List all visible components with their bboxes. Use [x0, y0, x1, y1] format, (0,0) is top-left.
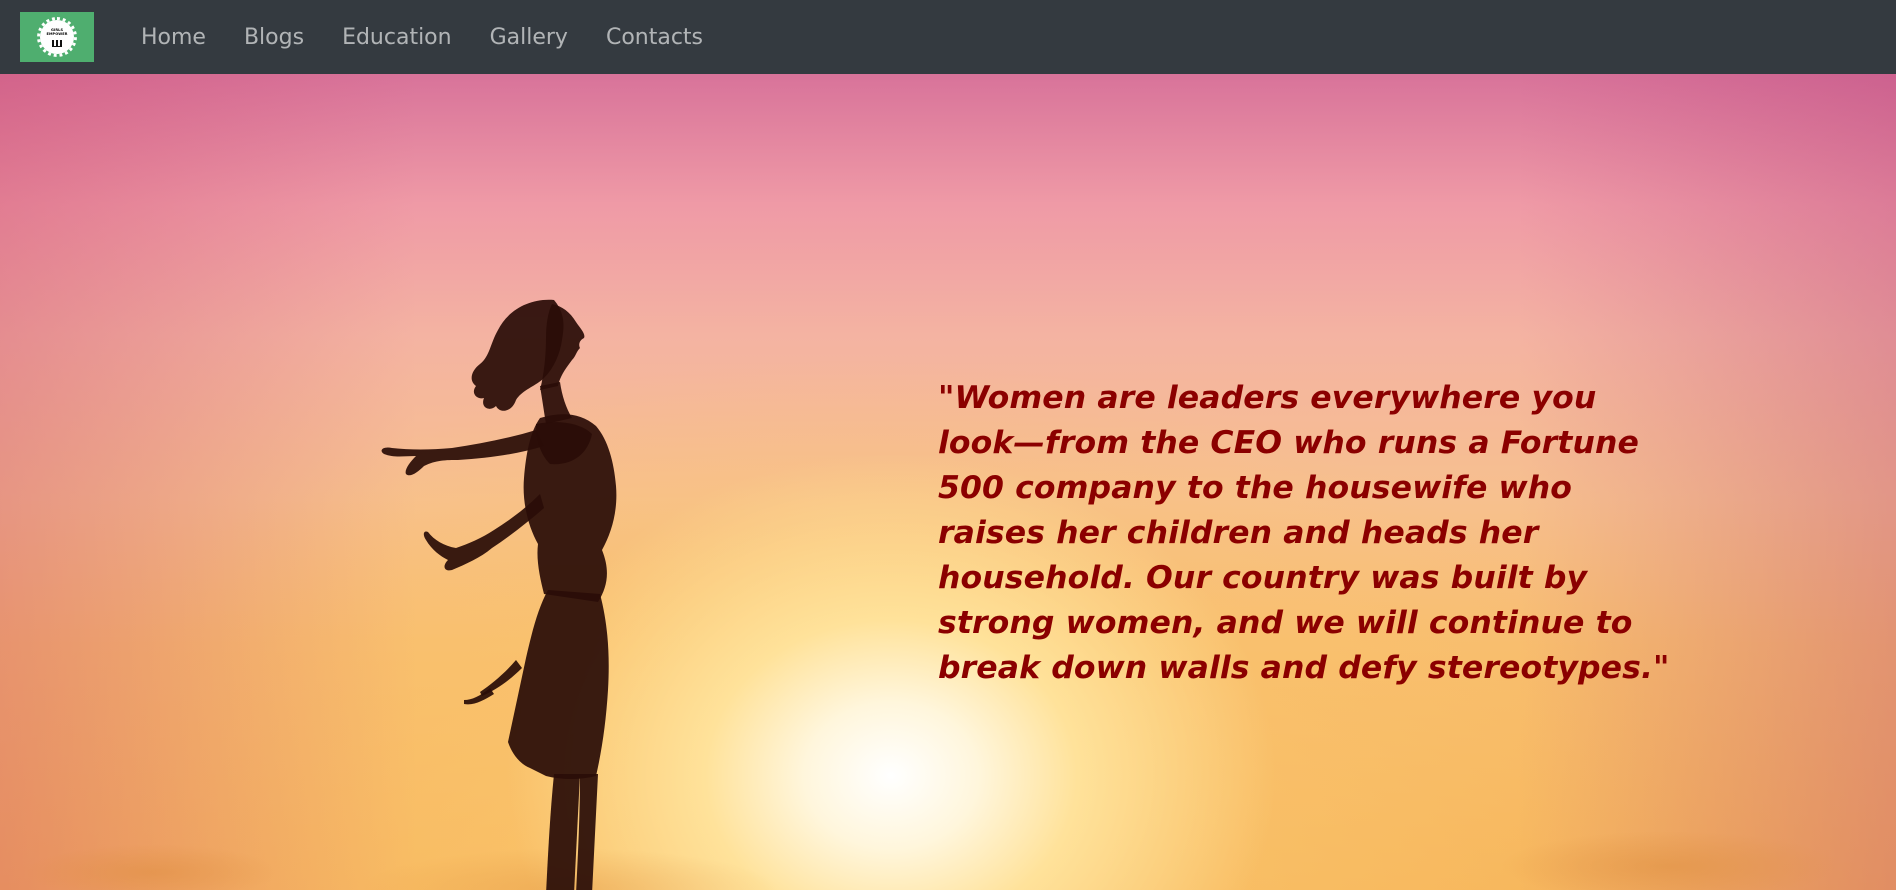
hero-banner: "Women are leaders everywhere you look—f…	[0, 74, 1896, 890]
nav-link-home[interactable]: Home	[122, 25, 225, 50]
cloud-band	[0, 770, 1896, 890]
logo-building-glyph	[52, 38, 62, 47]
brand-logo-link[interactable]: GIRLS EMPOWER	[20, 12, 94, 62]
hero-quote: "Women are leaders everywhere you look—f…	[938, 380, 1670, 686]
nav-link-blogs[interactable]: Blogs	[225, 25, 323, 50]
logo-text: GIRLS EMPOWER	[46, 27, 68, 36]
nav-links: Home Blogs Education Gallery Contacts	[122, 0, 722, 74]
nav-link-contacts[interactable]: Contacts	[587, 25, 722, 50]
top-navbar: GIRLS EMPOWER Home Blogs Education Galler…	[0, 0, 1896, 74]
nav-link-gallery[interactable]: Gallery	[471, 25, 587, 50]
nav-link-education[interactable]: Education	[323, 25, 471, 50]
logo-badge-icon: GIRLS EMPOWER	[37, 17, 77, 57]
woman-silhouette-image	[381, 299, 617, 890]
